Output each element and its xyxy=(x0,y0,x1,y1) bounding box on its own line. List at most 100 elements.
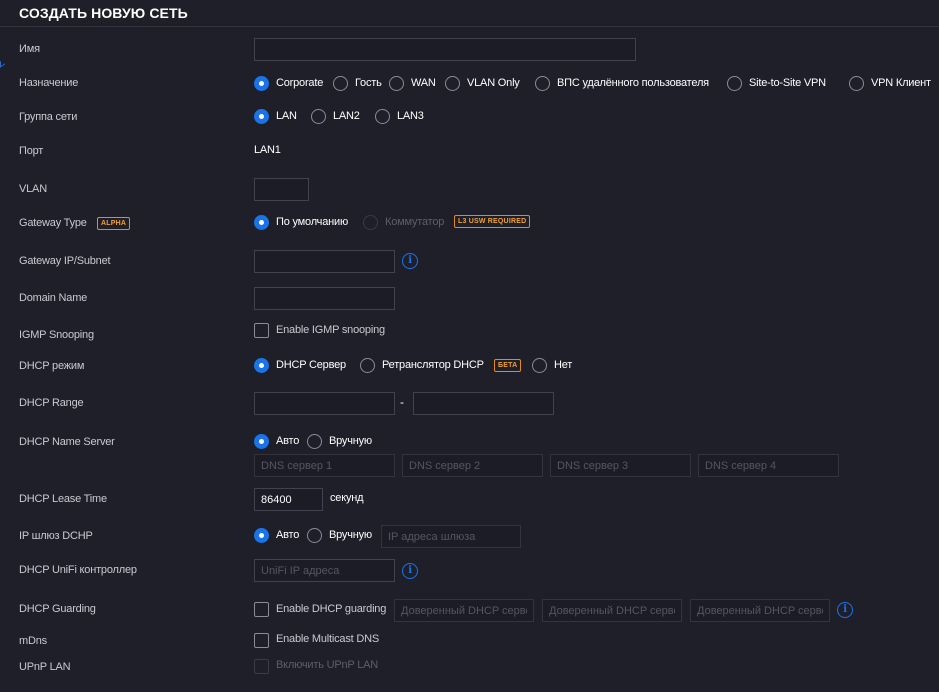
row-network-group: Группа сети LAN LAN2 LAN3 xyxy=(0,108,939,128)
page-header: СОЗДАТЬ НОВУЮ СЕТЬ xyxy=(0,0,939,27)
port-label: Порт xyxy=(19,145,44,157)
purpose-radio-wan[interactable] xyxy=(389,76,404,91)
row-purpose: Назначение Corporate Гость WAN VLAN Only… xyxy=(0,74,939,94)
upnp-checkbox-label: Включить UPnP LAN xyxy=(276,659,378,671)
dhcp-lease-label: DHCP Lease Time xyxy=(19,493,107,505)
gateway-subnet-input[interactable] xyxy=(254,250,395,273)
dns-server-4-input[interactable] xyxy=(698,454,839,477)
row-dhcp-name-server: DHCP Name Server Авто Вручную xyxy=(0,433,939,453)
port-value: LAN1 xyxy=(254,144,281,156)
alpha-badge: ALPHA xyxy=(97,217,131,230)
gateway-type-label: Gateway Type xyxy=(19,217,87,229)
vlan-input[interactable] xyxy=(254,178,309,201)
name-input[interactable] xyxy=(254,38,636,61)
dhcp-mode-radio-server[interactable] xyxy=(254,358,269,373)
mdns-label: mDns xyxy=(19,635,47,647)
dhcp-gateway-radio-auto[interactable] xyxy=(254,528,269,543)
dhcp-mode-option-label: Ретранслятор DHCP xyxy=(382,359,484,371)
upnp-checkbox xyxy=(254,659,269,674)
gateway-type-radio-default[interactable] xyxy=(254,215,269,230)
gateway-subnet-label: Gateway IP/Subnet xyxy=(19,255,111,267)
purpose-radio-guest[interactable] xyxy=(333,76,348,91)
network-group-option-label: LAN2 xyxy=(333,110,360,122)
mdns-checkbox[interactable] xyxy=(254,633,269,648)
network-group-option-label: LAN3 xyxy=(397,110,424,122)
network-group-radio-lan2[interactable] xyxy=(311,109,326,124)
range-separator: - xyxy=(400,395,404,409)
network-group-option-label: LAN xyxy=(276,110,297,122)
lease-unit-label: секунд xyxy=(330,492,364,504)
unifi-controller-label: DHCP UniFi контроллер xyxy=(19,564,137,576)
upnp-label: UPnP LAN xyxy=(19,661,71,673)
trusted-dhcp-server-3-input[interactable] xyxy=(690,599,830,622)
purpose-radio-vlan-only[interactable] xyxy=(445,76,460,91)
dns-server-2-input[interactable] xyxy=(402,454,543,477)
info-icon[interactable]: i xyxy=(402,253,418,269)
dns-server-1-input[interactable] xyxy=(254,454,395,477)
dhcp-range-start-input[interactable] xyxy=(254,392,395,415)
dhcp-range-end-input[interactable] xyxy=(413,392,554,415)
dhcp-gateway-radio-manual[interactable] xyxy=(307,528,322,543)
dhcp-guarding-label: DHCP Guarding xyxy=(19,603,96,615)
row-name: Имя xyxy=(0,38,939,61)
dhcp-mode-option-label: Нет xyxy=(554,359,573,371)
vlan-label: VLAN xyxy=(19,183,47,195)
gateway-type-option-label: По умолчанию xyxy=(276,216,348,228)
domain-name-input[interactable] xyxy=(254,287,395,310)
dhcp-range-label: DHCP Range xyxy=(19,397,84,409)
name-server-option-label: Вручную xyxy=(329,435,372,447)
unifi-controller-input[interactable] xyxy=(254,559,395,582)
dhcp-gateway-input[interactable] xyxy=(381,525,521,548)
row-gateway-type: Gateway Type ALPHA По умолчанию Коммутат… xyxy=(0,214,939,234)
purpose-option-label: Гость xyxy=(355,77,382,89)
row-dhcp-lease: DHCP Lease Time секунд xyxy=(0,488,939,511)
row-dhcp-mode: DHCP режим DHCP Сервер Ретранслятор DHCP… xyxy=(0,357,939,377)
beta-badge: БЕТА xyxy=(494,359,522,372)
name-server-radio-manual[interactable] xyxy=(307,434,322,449)
row-vlan: VLAN xyxy=(0,178,939,201)
info-icon[interactable]: i xyxy=(837,602,853,618)
row-unifi-controller: DHCP UniFi контроллер i xyxy=(0,559,939,582)
dhcp-name-server-label: DHCP Name Server xyxy=(19,436,115,448)
dns-server-3-input[interactable] xyxy=(550,454,691,477)
l3-usw-required-badge: L3 USW REQUIRED xyxy=(454,215,531,228)
dhcp-lease-input[interactable] xyxy=(254,488,323,511)
network-group-radio-lan[interactable] xyxy=(254,109,269,124)
purpose-radio-corporate[interactable] xyxy=(254,76,269,91)
purpose-option-label: ВПС удалённого пользователя xyxy=(557,77,709,89)
dhcp-gateway-option-label: Вручную xyxy=(329,529,372,541)
network-group-radio-lan3[interactable] xyxy=(375,109,390,124)
igmp-label: IGMP Snooping xyxy=(19,329,94,341)
purpose-radio-vpn-client[interactable] xyxy=(849,76,864,91)
purpose-option-label: VPN Клиент xyxy=(871,77,931,89)
name-label: Имя xyxy=(19,43,40,55)
name-server-radio-auto[interactable] xyxy=(254,434,269,449)
dhcp-mode-radio-relay[interactable] xyxy=(360,358,375,373)
row-dns-servers xyxy=(0,454,939,477)
network-group-label: Группа сети xyxy=(19,111,78,123)
purpose-label: Назначение xyxy=(19,77,79,89)
gateway-type-option-label: Коммутатор xyxy=(385,216,445,228)
igmp-checkbox-label: Enable IGMP snooping xyxy=(276,324,385,336)
row-igmp: IGMP Snooping Enable IGMP snooping xyxy=(0,323,939,346)
igmp-checkbox[interactable] xyxy=(254,323,269,338)
row-port: Порт LAN1 xyxy=(0,142,939,162)
purpose-radio-site-to-site[interactable] xyxy=(727,76,742,91)
dhcp-guarding-checkbox[interactable] xyxy=(254,602,269,617)
dhcp-mode-radio-none[interactable] xyxy=(532,358,547,373)
purpose-radio-remote-vpn[interactable] xyxy=(535,76,550,91)
mdns-checkbox-label: Enable Multicast DNS xyxy=(276,633,379,645)
name-server-option-label: Авто xyxy=(276,435,300,447)
purpose-option-label: Corporate xyxy=(276,77,324,89)
row-dhcp-range: DHCP Range - xyxy=(0,392,939,415)
row-domain-name: Domain Name xyxy=(0,287,939,310)
trusted-dhcp-server-1-input[interactable] xyxy=(394,599,534,622)
info-icon[interactable]: i xyxy=(402,563,418,579)
page-title: СОЗДАТЬ НОВУЮ СЕТЬ xyxy=(19,5,188,21)
row-gateway-subnet: Gateway IP/Subnet i xyxy=(0,250,939,273)
purpose-option-label: VLAN Only xyxy=(467,77,520,89)
gateway-type-radio-switch xyxy=(363,215,378,230)
row-dhcp-guarding: DHCP Guarding Enable DHCP guarding i xyxy=(0,599,939,622)
dhcp-mode-option-label: DHCP Сервер xyxy=(276,359,346,371)
trusted-dhcp-server-2-input[interactable] xyxy=(542,599,682,622)
